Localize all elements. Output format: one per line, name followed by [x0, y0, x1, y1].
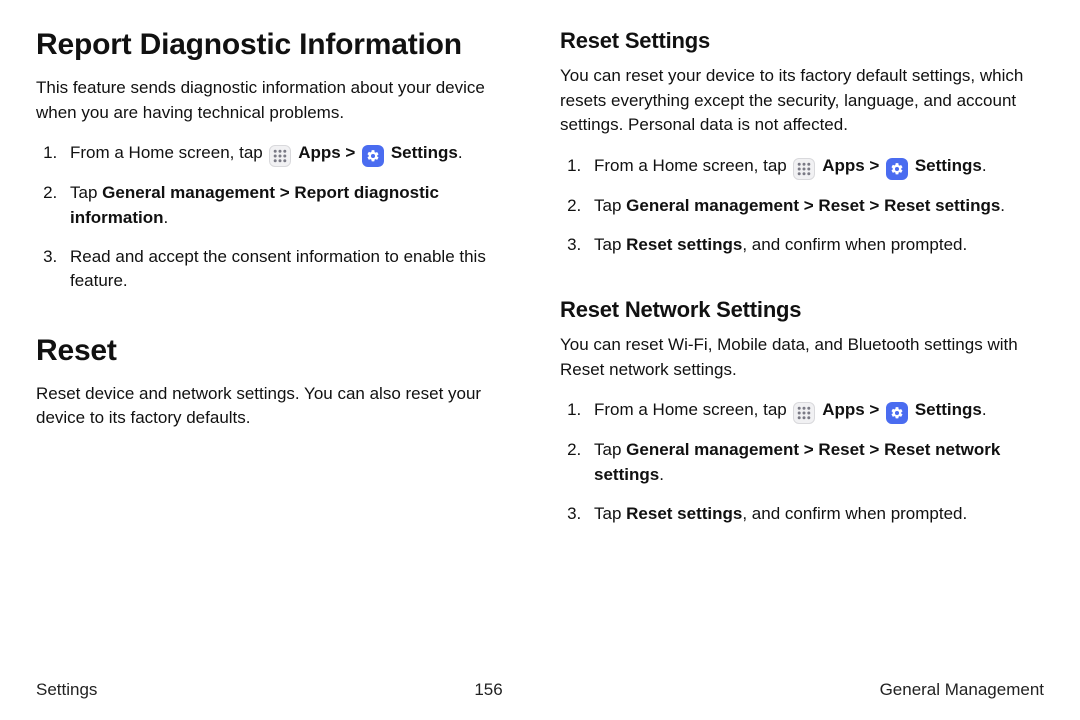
step-bold: Reset settings — [626, 235, 742, 254]
period: . — [458, 143, 463, 162]
step-text: From a Home screen, tap — [594, 400, 791, 419]
list-item: From a Home screen, tap Apps > Settings. — [586, 154, 1044, 180]
list-item: Tap Reset settings, and confirm when pro… — [586, 233, 1044, 258]
page-footer: Settings 156 General Management — [36, 680, 1044, 700]
step-text: From a Home screen, tap — [70, 143, 267, 162]
settings-label: Settings — [915, 156, 982, 175]
step-text: , and confirm when prompted. — [742, 235, 967, 254]
apps-icon — [793, 158, 815, 180]
steps-reset-settings: From a Home screen, tap Apps > Settings.… — [560, 154, 1044, 257]
list-item: Tap Reset settings, and confirm when pro… — [586, 502, 1044, 527]
step-text: Tap — [594, 235, 626, 254]
apps-label: Apps — [822, 156, 865, 175]
period: . — [164, 208, 169, 227]
heading-reset-settings: Reset Settings — [560, 28, 1044, 54]
heading-report-diagnostic: Report Diagnostic Information — [36, 28, 520, 62]
step-text: , and confirm when prompted. — [742, 504, 967, 523]
list-item: Tap General management > Reset > Reset n… — [586, 438, 1044, 487]
settings-label: Settings — [915, 400, 982, 419]
chevron-text: > — [341, 143, 360, 162]
list-item: Tap General management > Report diagnost… — [62, 181, 520, 230]
paragraph-reset-settings: You can reset your device to its factory… — [560, 64, 1044, 138]
left-column: Report Diagnostic Information This featu… — [36, 28, 520, 544]
footer-page-number: 156 — [474, 680, 502, 700]
step-text: Tap — [70, 183, 102, 202]
list-item: From a Home screen, tap Apps > Settings. — [62, 141, 520, 167]
list-item: Tap General management > Reset > Reset s… — [586, 194, 1044, 219]
apps-label: Apps — [822, 400, 865, 419]
period: . — [982, 156, 987, 175]
right-column: Reset Settings You can reset your device… — [560, 28, 1044, 544]
gear-icon — [886, 158, 908, 180]
period: . — [982, 400, 987, 419]
footer-right: General Management — [880, 680, 1044, 700]
heading-reset: Reset — [36, 334, 520, 368]
chevron-text: > — [865, 400, 884, 419]
apps-icon — [269, 145, 291, 167]
step-text: Tap — [594, 504, 626, 523]
step-bold: Reset settings — [626, 504, 742, 523]
steps-reset-network: From a Home screen, tap Apps > Settings.… — [560, 398, 1044, 526]
apps-label: Apps — [298, 143, 341, 162]
heading-reset-network: Reset Network Settings — [560, 297, 1044, 323]
step-text: Tap — [594, 196, 626, 215]
paragraph-reset-intro: Reset device and network settings. You c… — [36, 382, 520, 431]
gear-icon — [886, 402, 908, 424]
period: . — [659, 465, 664, 484]
paragraph-reset-network: You can reset Wi-Fi, Mobile data, and Bl… — [560, 333, 1044, 382]
content-columns: Report Diagnostic Information This featu… — [36, 28, 1044, 544]
step-text: Tap — [594, 440, 626, 459]
apps-icon — [793, 402, 815, 424]
step-bold: General management > Reset > Reset netwo… — [594, 440, 1000, 484]
gear-icon — [362, 145, 384, 167]
paragraph-report-intro: This feature sends diagnostic informatio… — [36, 76, 520, 125]
step-bold: General management > Report diagnostic i… — [70, 183, 439, 227]
period: . — [1000, 196, 1005, 215]
settings-label: Settings — [391, 143, 458, 162]
step-text: From a Home screen, tap — [594, 156, 791, 175]
footer-left: Settings — [36, 680, 97, 700]
list-item: Read and accept the consent information … — [62, 245, 520, 294]
chevron-text: > — [865, 156, 884, 175]
steps-report: From a Home screen, tap Apps > Settings.… — [36, 141, 520, 294]
step-bold: General management > Reset > Reset setti… — [626, 196, 1000, 215]
list-item: From a Home screen, tap Apps > Settings. — [586, 398, 1044, 424]
